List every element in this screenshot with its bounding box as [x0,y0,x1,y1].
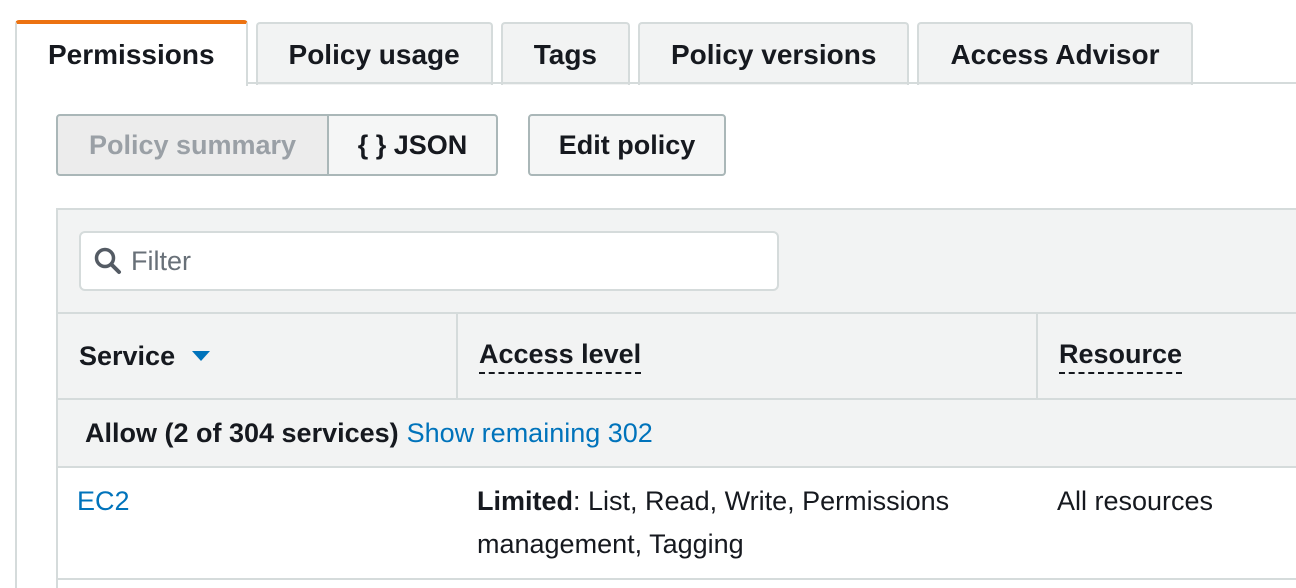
allow-group-row: Allow (2 of 304 services) Show remaining… [58,400,1296,468]
column-divider [456,314,458,398]
service-link[interactable]: EC2 [77,486,130,517]
policy-summary-table: Service Access level Resource Allow (2 o… [56,208,1296,588]
table-row: EC2 Limited: List, Read, Write, Permissi… [58,468,1296,580]
show-remaining-link[interactable]: Show remaining 302 [407,418,653,449]
tab-policy-usage[interactable]: Policy usage [255,22,493,85]
column-header-service-label: Service [79,340,176,371]
panel-border [15,82,17,588]
tab-tags[interactable]: Tags [500,22,630,85]
allow-group-label: Allow (2 of 304 services) [85,417,399,448]
policy-summary-button[interactable]: Policy summary [56,114,328,176]
edit-policy-button[interactable]: Edit policy [528,114,726,176]
resource-cell: All resources [1057,486,1214,516]
filter-field[interactable] [79,231,779,291]
filter-input[interactable] [129,244,733,278]
tab-policy-versions[interactable]: Policy versions [638,22,910,85]
filter-bar [58,210,1296,314]
access-level-cell: Limited: List, Read, Write, Permissions … [477,480,997,566]
tab-bar: Permissions Policy usage Tags Policy ver… [15,20,1193,86]
search-icon [94,247,121,274]
column-header-access-level: Access level [479,314,642,398]
caret-down-icon [192,351,211,361]
column-header-resource-label: Resource [1059,339,1183,374]
column-divider [1036,314,1038,398]
column-header-service[interactable]: Service [79,314,211,398]
view-toggle: Policy summary { } JSON [56,114,498,176]
column-header-access-level-label: Access level [479,339,642,374]
table-header: Service Access level Resource [58,314,1296,400]
json-button[interactable]: { } JSON [328,114,498,176]
tab-access-advisor[interactable]: Access Advisor [917,22,1193,85]
column-header-resource: Resource [1059,314,1183,398]
tab-permissions[interactable]: Permissions [15,20,248,86]
tab-divider [240,82,1296,84]
access-level-prefix: Limited [477,486,574,516]
policy-page: Permissions Policy usage Tags Policy ver… [0,0,1296,588]
